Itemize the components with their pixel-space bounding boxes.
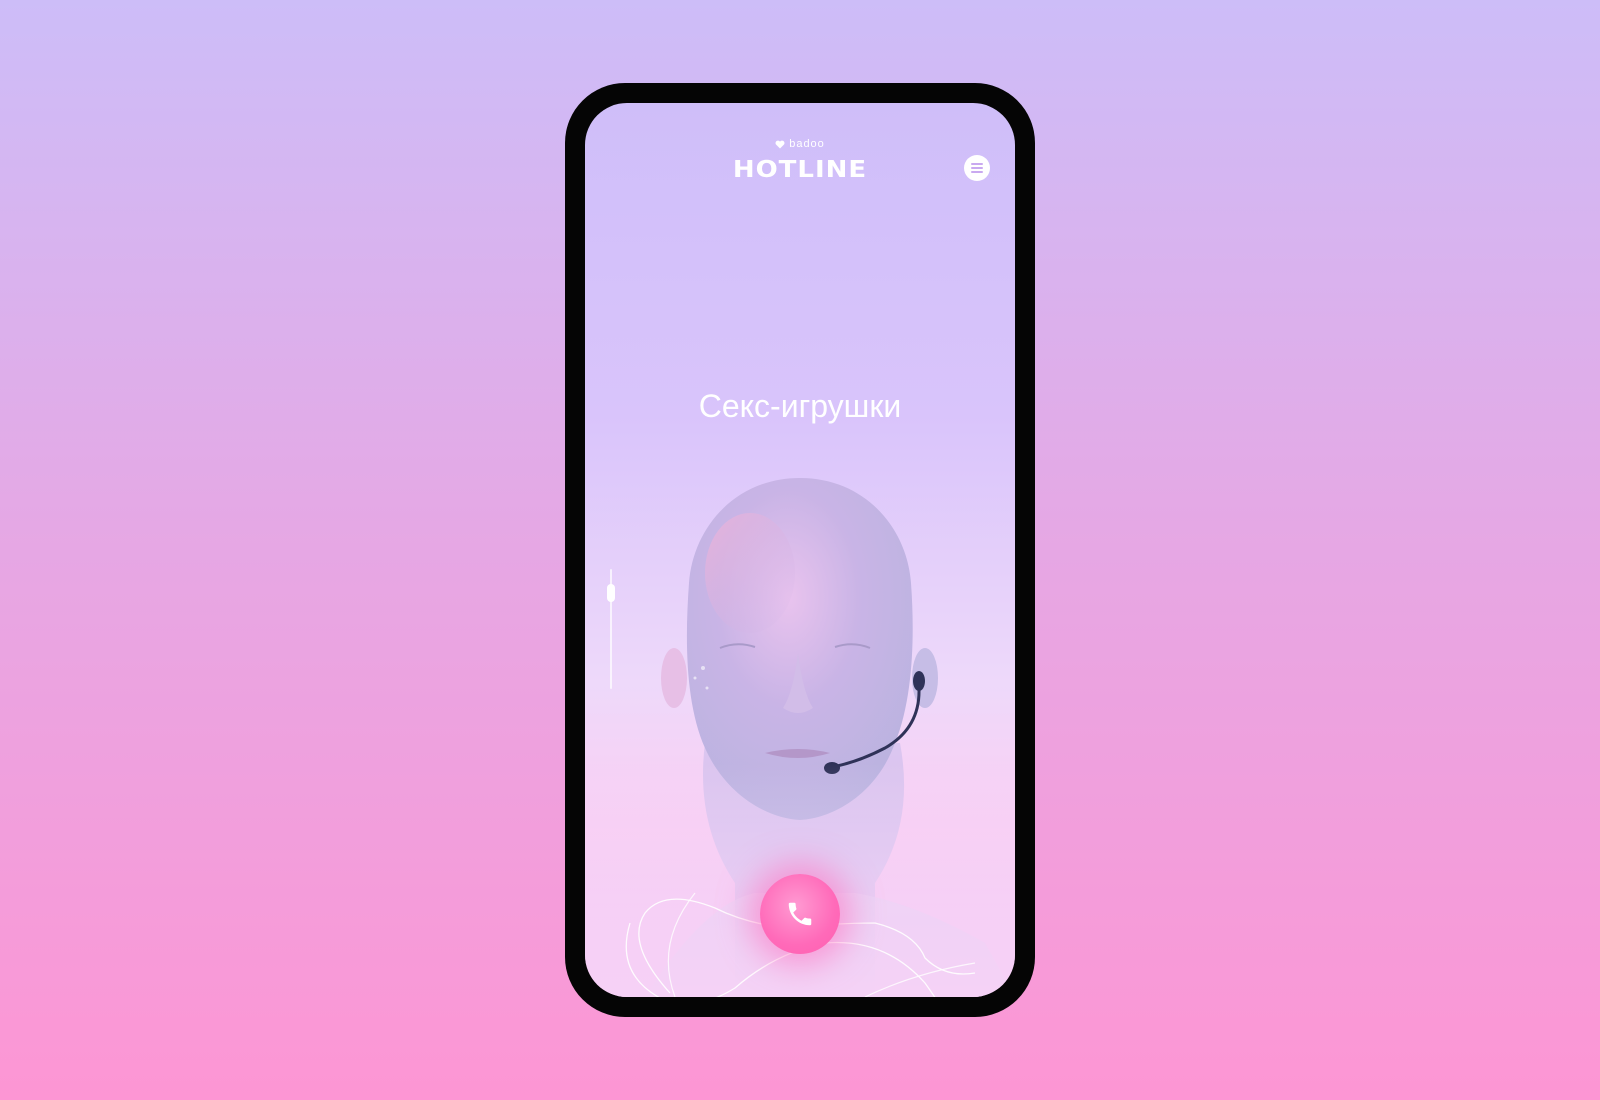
call-button[interactable] [760,874,840,954]
volume-slider[interactable] [607,569,615,689]
brand-header[interactable]: badoo HOTLINE [585,137,1015,185]
phone-screen: badoo HOTLINE Секс-игрушки [585,103,1015,997]
volume-slider-thumb[interactable] [607,584,615,602]
phone-icon [788,902,812,926]
menu-button[interactable] [964,155,990,181]
hamburger-menu-icon [971,163,983,173]
badoo-label: badoo [789,138,825,150]
heart-icon [775,140,785,148]
hotline-logo: HOTLINE [732,156,868,184]
phone-frame: badoo HOTLINE Секс-игрушки [565,83,1035,1017]
badoo-brand: badoo [585,137,1015,151]
page-title: Секс-игрушки [698,388,902,424]
